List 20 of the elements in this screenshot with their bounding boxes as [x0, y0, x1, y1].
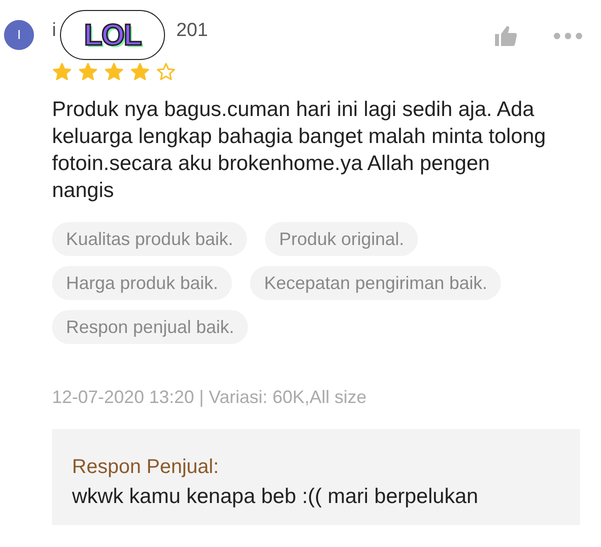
- star-icon: [104, 62, 124, 82]
- review-tag: Respon penjual baik.: [52, 310, 248, 344]
- lol-sticker: LOL: [60, 10, 165, 60]
- review-text: Produk nya bagus.cuman hari ini lagi sedih aja. Ada keluarga lengkap bahagia banget malah minta tolong fotoin.secara aku brokenhome.ya Allah pengen nangis: [52, 97, 547, 204]
- star-icon: [78, 62, 98, 82]
- avatar: I: [4, 20, 34, 50]
- username: i: [52, 18, 56, 43]
- empty-star-icon: [156, 62, 176, 82]
- seller-reply-title: Respon Penjual:: [72, 455, 220, 479]
- username: 201: [176, 18, 208, 43]
- review-tag: Kecepatan pengiriman baik.: [250, 266, 502, 300]
- review-tag: Kualitas produk baik.: [52, 222, 248, 256]
- seller-reply-text: wkwk kamu kenapa beb :(( mari berpelukan: [72, 484, 480, 510]
- more-options-icon[interactable]: [553, 32, 583, 40]
- star-icon: [52, 62, 72, 82]
- review-tag: Harga produk baik.: [52, 266, 232, 300]
- star-icon: [130, 62, 150, 82]
- review-meta: 12-07-2020 13:20 | Variasi: 60K,All size: [52, 386, 368, 409]
- review-tag: Produk original.: [265, 222, 418, 256]
- thumbs-up-icon[interactable]: [493, 24, 519, 48]
